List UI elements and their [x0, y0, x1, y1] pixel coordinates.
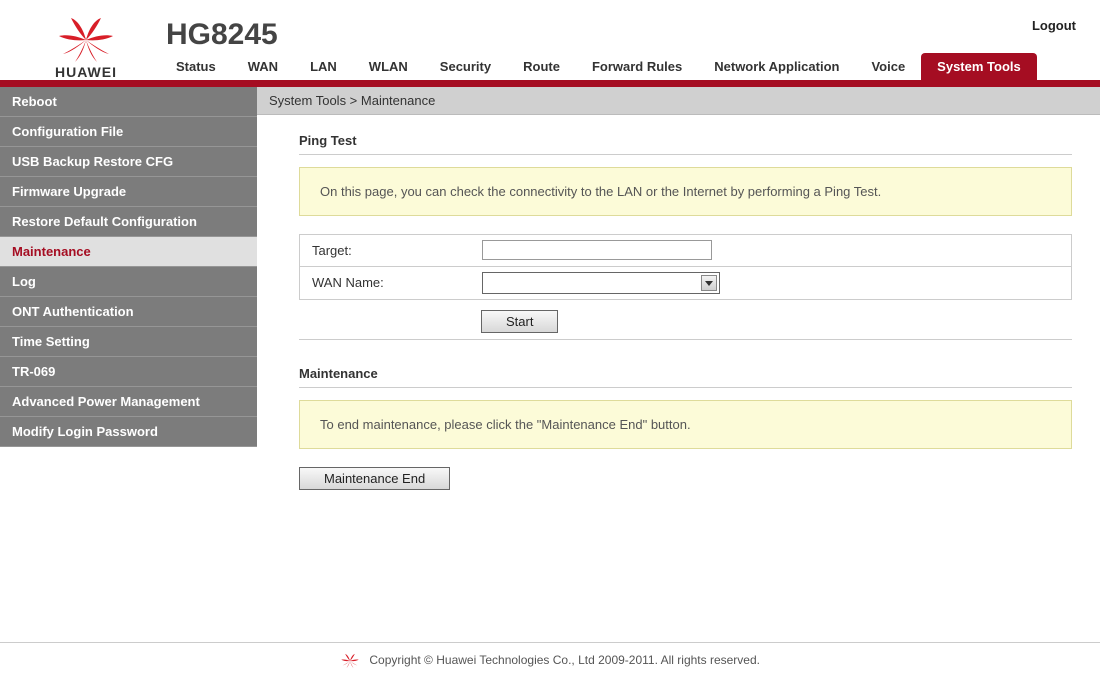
huawei-footer-logo-icon — [340, 653, 360, 669]
nav-route[interactable]: Route — [507, 53, 576, 80]
maintenance-info-box: To end maintenance, please click the "Ma… — [299, 400, 1072, 449]
sidebar: Reboot Configuration File USB Backup Res… — [0, 87, 257, 642]
nav-system-tools[interactable]: System Tools — [921, 53, 1037, 80]
breadcrumb: System Tools > Maintenance — [257, 87, 1100, 115]
header: HUAWEI HG8245 Logout Status WAN LAN WLAN… — [0, 0, 1100, 80]
sidebar-item-firmware-upgrade[interactable]: Firmware Upgrade — [0, 177, 257, 207]
chevron-down-icon — [701, 275, 717, 291]
sidebar-item-configuration-file[interactable]: Configuration File — [0, 117, 257, 147]
sidebar-item-modify-password[interactable]: Modify Login Password — [0, 417, 257, 447]
nav-lan[interactable]: LAN — [294, 53, 353, 80]
start-button-row: Start — [299, 300, 1072, 340]
target-row: Target: — [300, 235, 1071, 267]
nav-status[interactable]: Status — [160, 53, 232, 80]
brand-logo-block: HUAWEI — [16, 18, 156, 80]
sidebar-item-tr069[interactable]: TR-069 — [0, 357, 257, 387]
nav-wlan[interactable]: WLAN — [353, 53, 424, 80]
brand-name: HUAWEI — [16, 64, 156, 80]
top-nav: Status WAN LAN WLAN Security Route Forwa… — [160, 52, 1084, 80]
content-inner: Ping Test On this page, you can check th… — [257, 115, 1100, 504]
sidebar-item-ont-authentication[interactable]: ONT Authentication — [0, 297, 257, 327]
sidebar-item-reboot[interactable]: Reboot — [0, 87, 257, 117]
maintenance-heading: Maintenance — [299, 362, 1072, 388]
sidebar-item-log[interactable]: Log — [0, 267, 257, 297]
nav-voice[interactable]: Voice — [855, 53, 921, 80]
model-title: HG8245 — [166, 18, 278, 52]
wan-control — [470, 267, 1071, 299]
main: Reboot Configuration File USB Backup Res… — [0, 87, 1100, 642]
target-input[interactable] — [482, 240, 712, 260]
footer-text: Copyright © Huawei Technologies Co., Ltd… — [369, 653, 760, 667]
start-button[interactable]: Start — [481, 310, 558, 333]
ping-info-box: On this page, you can check the connecti… — [299, 167, 1072, 216]
ping-form: Target: WAN Name: — [299, 234, 1072, 300]
target-label: Target: — [300, 235, 470, 266]
sidebar-item-advanced-power[interactable]: Advanced Power Management — [0, 387, 257, 417]
wan-select[interactable] — [482, 272, 720, 294]
sidebar-item-usb-backup-restore[interactable]: USB Backup Restore CFG — [0, 147, 257, 177]
maintenance-end-button[interactable]: Maintenance End — [299, 467, 450, 490]
maintenance-button-row: Maintenance End — [299, 467, 1072, 490]
nav-forward-rules[interactable]: Forward Rules — [576, 53, 698, 80]
target-control — [470, 235, 1071, 266]
nav-wan[interactable]: WAN — [232, 53, 294, 80]
nav-network-application[interactable]: Network Application — [698, 53, 855, 80]
nav-security[interactable]: Security — [424, 53, 507, 80]
logout-link[interactable]: Logout — [1032, 18, 1076, 33]
sidebar-item-maintenance[interactable]: Maintenance — [0, 237, 257, 267]
accent-bar — [0, 80, 1100, 87]
content: System Tools > Maintenance Ping Test On … — [257, 87, 1100, 642]
ping-test-heading: Ping Test — [299, 129, 1072, 155]
footer: Copyright © Huawei Technologies Co., Ltd… — [0, 642, 1100, 679]
sidebar-item-time-setting[interactable]: Time Setting — [0, 327, 257, 357]
huawei-logo-icon — [55, 18, 117, 62]
wan-label: WAN Name: — [300, 267, 470, 299]
wan-row: WAN Name: — [300, 267, 1071, 299]
sidebar-item-restore-default[interactable]: Restore Default Configuration — [0, 207, 257, 237]
